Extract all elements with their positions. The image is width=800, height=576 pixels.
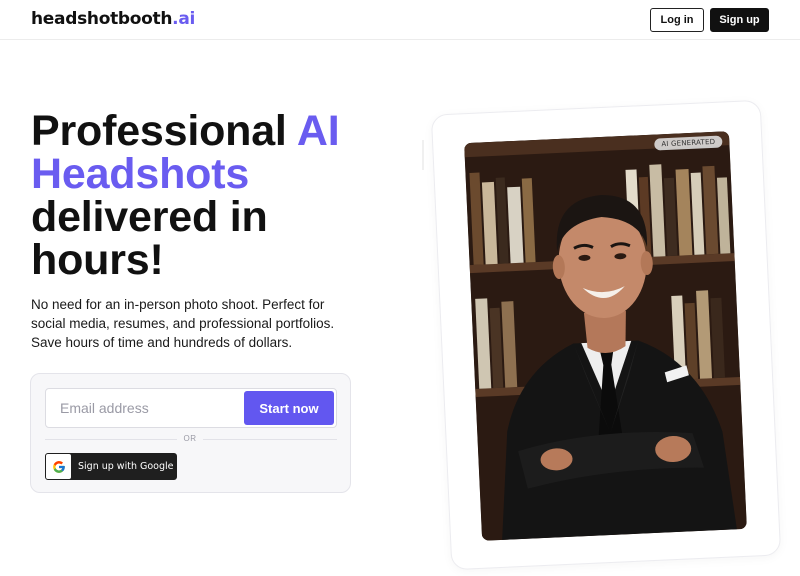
hero-title: Professional AI Headshots delivered in h… xyxy=(31,110,411,282)
logo[interactable]: headshotbooth.ai xyxy=(31,9,195,29)
email-input[interactable] xyxy=(46,389,242,427)
decorative-mark xyxy=(422,140,424,170)
hero-title-accent-ai: AI xyxy=(296,107,340,155)
email-form: Start now xyxy=(45,388,337,428)
or-divider-label: OR xyxy=(183,434,197,443)
google-g-icon xyxy=(46,454,71,479)
hero-title-line4: hours! xyxy=(31,236,164,284)
divider-right xyxy=(203,439,337,440)
hero-title-plain: Professional xyxy=(31,107,297,155)
hero-title-line3: delivered in xyxy=(31,193,268,241)
logo-accent: .ai xyxy=(172,9,196,29)
top-nav: headshotbooth.ai Log in Sign up xyxy=(0,0,800,40)
headshot-illustration xyxy=(464,131,747,541)
headshot-photo: AI GENERATED xyxy=(464,131,747,541)
google-signup-label: Sign up with Google xyxy=(78,461,174,472)
google-signup-button[interactable]: Sign up with Google xyxy=(45,453,177,480)
hero-description: No need for an in-person photo shoot. Pe… xyxy=(31,297,335,350)
logo-text: headshotbooth xyxy=(31,9,173,29)
login-button[interactable]: Log in xyxy=(650,8,704,32)
divider-left xyxy=(45,439,177,440)
hero-title-accent-headshots: Headshots xyxy=(31,150,250,198)
signup-button[interactable]: Sign up xyxy=(710,8,769,32)
start-now-button[interactable]: Start now xyxy=(244,391,334,425)
signup-card: Start now OR Sign up with Google xyxy=(30,373,351,493)
